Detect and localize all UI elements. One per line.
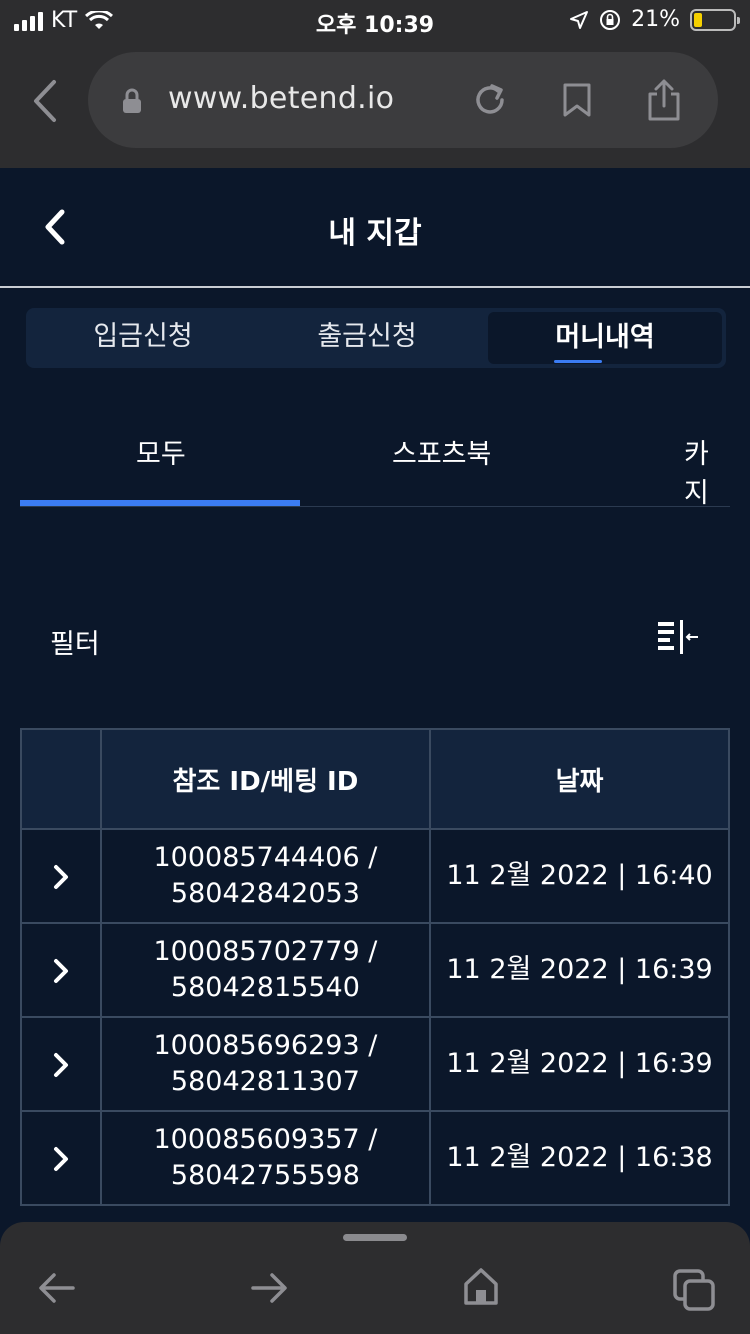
ref-id: 100085609357 / — [153, 1124, 378, 1155]
bet-id: 58042842053 — [170, 878, 360, 909]
subtab-active-indicator — [20, 500, 300, 506]
table-row[interactable]: 100085609357 / 58042755598 11 2월 2022 | … — [20, 1110, 730, 1206]
transaction-table: 참조 ID/베팅 ID 날짜 100085744406 / 5804284205… — [20, 728, 730, 1206]
filter-toggle-icon[interactable] — [656, 620, 700, 656]
expand-cell[interactable] — [20, 828, 102, 924]
ref-id-cell: 100085696293 / 58042811307 — [99, 1016, 432, 1112]
header-expand — [20, 728, 102, 830]
tab-money-history[interactable]: 머니내역 — [488, 312, 722, 364]
date-cell: 11 2월 2022 | 16:39 — [429, 922, 730, 1018]
back-arrow-icon[interactable] — [38, 1270, 76, 1306]
bet-id: 58042811307 — [170, 1066, 360, 1097]
lock-icon — [123, 88, 141, 113]
ref-id: 100085702779 / — [153, 936, 378, 967]
reload-icon[interactable] — [472, 82, 508, 118]
expand-cell[interactable] — [20, 1110, 102, 1206]
browser-toolbar-bottom — [0, 1222, 750, 1334]
browser-toolbar-top: KT 오후 10:39 21% www.betend.io — [0, 0, 750, 168]
active-tab-indicator — [554, 360, 602, 363]
chevron-right-icon[interactable] — [51, 863, 71, 891]
chevron-right-icon[interactable] — [51, 957, 71, 985]
wallet-tabs: 입금신청 출금신청 머니내역 — [26, 308, 726, 368]
table-row[interactable]: 100085702779 / 58042815540 11 2월 2022 | … — [20, 922, 730, 1018]
url-text[interactable]: www.betend.io — [168, 81, 394, 116]
filter-label[interactable]: 필터 — [50, 622, 100, 661]
forward-arrow-icon[interactable] — [250, 1270, 288, 1306]
page-title: 내 지갑 — [328, 216, 422, 251]
subtab-casino[interactable]: 카지 — [684, 432, 730, 510]
toolbar-handle[interactable] — [343, 1234, 407, 1241]
battery-percent: 21% — [631, 7, 680, 32]
ref-id-cell: 100085702779 / 58042815540 — [99, 922, 432, 1018]
status-right: 21% — [569, 7, 740, 32]
subtab-divider — [20, 506, 730, 507]
battery-icon — [690, 8, 740, 31]
bet-id: 58042755598 — [170, 1160, 360, 1191]
table-row[interactable]: 100085696293 / 58042811307 11 2월 2022 | … — [20, 1016, 730, 1112]
browser-back-icon[interactable] — [28, 78, 64, 124]
expand-cell[interactable] — [20, 1016, 102, 1112]
tabs-icon[interactable] — [672, 1268, 716, 1312]
date-cell: 11 2월 2022 | 16:40 — [429, 828, 730, 924]
table-header-row: 참조 ID/베팅 ID 날짜 — [20, 728, 730, 830]
location-arrow-icon — [570, 10, 589, 29]
tab-withdraw-request[interactable]: 출금신청 — [250, 308, 484, 368]
header-ref-id: 참조 ID/베팅 ID — [99, 728, 432, 830]
page-header: 내 지갑 — [0, 168, 750, 286]
bookmark-icon[interactable] — [562, 82, 592, 118]
ref-id-cell: 100085744406 / 58042842053 — [99, 828, 432, 924]
subtab-sportsbook[interactable]: 스포츠북 — [392, 432, 491, 471]
date-cell: 11 2월 2022 | 16:39 — [429, 1016, 730, 1112]
category-tabs: 모두 스포츠북 카지 — [20, 410, 730, 510]
battery-level-fill — [694, 12, 702, 27]
ref-id: 100085696293 / — [153, 1030, 378, 1061]
home-icon[interactable] — [462, 1266, 500, 1306]
ref-id: 100085744406 / — [153, 842, 378, 873]
bet-id: 58042815540 — [170, 972, 360, 1003]
chevron-right-icon[interactable] — [51, 1145, 71, 1173]
ref-id-cell: 100085609357 / 58042755598 — [99, 1110, 432, 1206]
chevron-right-icon[interactable] — [51, 1051, 71, 1079]
table-row[interactable]: 100085744406 / 58042842053 11 2월 2022 | … — [20, 828, 730, 924]
header-divider — [0, 286, 750, 288]
url-bar[interactable]: www.betend.io — [88, 52, 718, 148]
status-bar: KT 오후 10:39 21% — [0, 0, 750, 44]
share-icon[interactable] — [646, 78, 682, 122]
rotation-lock-icon — [600, 9, 621, 30]
date-cell: 11 2월 2022 | 16:38 — [429, 1110, 730, 1206]
subtab-all[interactable]: 모두 — [136, 432, 186, 471]
header-date: 날짜 — [429, 728, 730, 830]
tab-deposit-request[interactable]: 입금신청 — [26, 308, 260, 368]
expand-cell[interactable] — [20, 922, 102, 1018]
